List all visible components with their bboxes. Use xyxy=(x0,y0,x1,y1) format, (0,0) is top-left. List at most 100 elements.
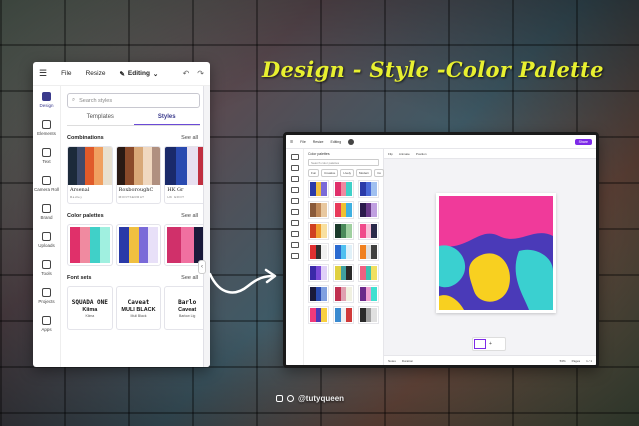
palette-tile[interactable] xyxy=(308,285,329,303)
palette-tile[interactable] xyxy=(308,180,329,198)
rail-icon[interactable] xyxy=(290,220,299,226)
tab-templates[interactable]: Templates xyxy=(67,114,134,125)
font-set-card[interactable]: Caveat MULI BLACK Muli Black xyxy=(115,286,162,330)
palette-tile[interactable] xyxy=(358,285,379,303)
editing-dropdown[interactable]: Editing xyxy=(330,140,341,144)
filter-chip[interactable]: Co xyxy=(374,169,385,177)
palette-tile[interactable] xyxy=(358,264,379,282)
color-palette-card[interactable] xyxy=(115,224,162,266)
rail-icon[interactable] xyxy=(290,242,299,248)
rail-icon[interactable] xyxy=(290,253,299,259)
rail-item-elements[interactable]: Elements xyxy=(33,114,60,142)
font-set-title: SQUADA ONE xyxy=(71,298,108,306)
palette-tile[interactable] xyxy=(308,243,329,261)
resize-button[interactable]: Resize xyxy=(86,70,106,77)
rail-icon[interactable] xyxy=(290,231,299,237)
font-set-card[interactable]: SQUADA ONE Kiima Kiima xyxy=(67,286,113,330)
palette-tile[interactable] xyxy=(333,285,354,303)
styles-panel: ⌕ Search styles Templates Styles Combina… xyxy=(61,86,210,367)
rail-icon[interactable] xyxy=(290,154,299,160)
rail-item-camera-roll[interactable]: Camera Roll xyxy=(33,170,60,198)
color-swatch xyxy=(346,182,353,196)
color-swatch xyxy=(346,203,353,217)
rail-item-label: Camera Roll xyxy=(33,187,59,192)
palette-tile[interactable] xyxy=(358,201,379,219)
rail-item-text[interactable]: Text xyxy=(33,142,60,170)
palette-tile[interactable] xyxy=(333,222,354,240)
redo-icon[interactable]: ↷ xyxy=(197,69,204,78)
filter-chip[interactable]: Lively xyxy=(340,169,355,177)
font-sets-see-all[interactable]: See all xyxy=(181,275,198,281)
share-button[interactable]: Share xyxy=(574,138,592,145)
palette-tile[interactable] xyxy=(308,222,329,240)
file-menu[interactable]: File xyxy=(61,70,71,77)
avatar[interactable] xyxy=(348,138,355,145)
palette-tile[interactable] xyxy=(333,306,354,324)
zoom-level[interactable]: 53% xyxy=(560,359,566,363)
color-swatch xyxy=(371,245,378,259)
color-swatch xyxy=(321,224,328,238)
palette-tile[interactable] xyxy=(358,222,379,240)
editing-dropdown[interactable]: ✎ Editing ⌄ xyxy=(119,70,158,78)
palette-tile[interactable] xyxy=(333,243,354,261)
file-menu[interactable]: File xyxy=(300,140,306,144)
rail-icon[interactable] xyxy=(290,198,299,204)
panel-heading: Color palettes xyxy=(308,152,330,156)
pages-button[interactable]: Pages xyxy=(572,359,581,363)
rail-item-design[interactable]: Design xyxy=(33,86,60,114)
rail-item-label: Apps xyxy=(41,327,52,332)
filter-chip[interactable]: Creative xyxy=(321,169,339,177)
rail-icon[interactable] xyxy=(290,176,299,182)
menu-icon[interactable]: ☰ xyxy=(290,140,293,144)
rail-item-apps[interactable]: Apps xyxy=(33,310,60,338)
rail-item-brand[interactable]: Brand xyxy=(33,198,60,226)
palettes-see-all[interactable]: See all xyxy=(181,213,198,219)
color-swatch xyxy=(321,266,328,280)
add-page-icon[interactable]: + xyxy=(489,341,492,347)
palette-tile[interactable] xyxy=(308,306,329,324)
page-thumb[interactable] xyxy=(474,339,486,349)
color-palette-card[interactable] xyxy=(67,224,113,266)
combination-card[interactable]: Arsenal Radley xyxy=(67,146,113,204)
animate-button[interactable]: Animate xyxy=(399,152,410,156)
color-swatch xyxy=(187,147,199,185)
color-swatch xyxy=(118,227,129,263)
undo-icon[interactable]: ↶ xyxy=(183,69,190,78)
menu-icon[interactable]: ☰ xyxy=(39,68,47,79)
palette-search-input[interactable]: Search color palettes xyxy=(308,159,379,166)
filter-chip[interactable]: Modern xyxy=(356,169,373,177)
flip-button[interactable]: Flip xyxy=(388,152,393,156)
resize-button[interactable]: Resize xyxy=(313,140,324,144)
duration-button[interactable]: Duration xyxy=(402,359,413,363)
palette-tile[interactable] xyxy=(358,180,379,198)
rail-icon[interactable] xyxy=(290,165,299,171)
tab-styles[interactable]: Styles xyxy=(133,114,200,125)
palette-tile[interactable] xyxy=(333,264,354,282)
search-input[interactable]: ⌕ Search styles xyxy=(67,93,200,108)
palette-tile[interactable] xyxy=(358,243,379,261)
notes-button[interactable]: Notes xyxy=(388,359,396,363)
filter-chip[interactable]: Fun xyxy=(308,169,320,177)
page-thumbnail[interactable]: + xyxy=(472,337,506,351)
rail-item-tools[interactable]: Tools xyxy=(33,254,60,282)
rail-icon[interactable] xyxy=(290,209,299,215)
palette-tile[interactable] xyxy=(333,201,354,219)
uploads-icon xyxy=(42,232,51,241)
filter-chips: Fun Creative Lively Modern Co xyxy=(308,169,385,177)
color-swatch xyxy=(371,182,378,196)
position-button[interactable]: Position xyxy=(416,152,427,156)
collapse-panel-button[interactable]: ‹ xyxy=(198,260,206,274)
tools-icon xyxy=(42,260,51,269)
palette-tile[interactable] xyxy=(358,306,379,324)
rail-icon[interactable] xyxy=(290,187,299,193)
design-artboard[interactable] xyxy=(436,193,556,313)
rail-item-label: Projects xyxy=(38,299,55,304)
palette-tile[interactable] xyxy=(308,201,329,219)
combinations-see-all[interactable]: See all xyxy=(181,135,198,141)
rail-item-projects[interactable]: Projects xyxy=(33,282,60,310)
combination-swatches xyxy=(68,147,112,185)
palette-tile[interactable] xyxy=(308,264,329,282)
combination-card[interactable]: RoxboroughC MONTSERRAT xyxy=(115,146,162,204)
palette-tile[interactable] xyxy=(333,180,354,198)
rail-item-uploads[interactable]: Uploads xyxy=(33,226,60,254)
